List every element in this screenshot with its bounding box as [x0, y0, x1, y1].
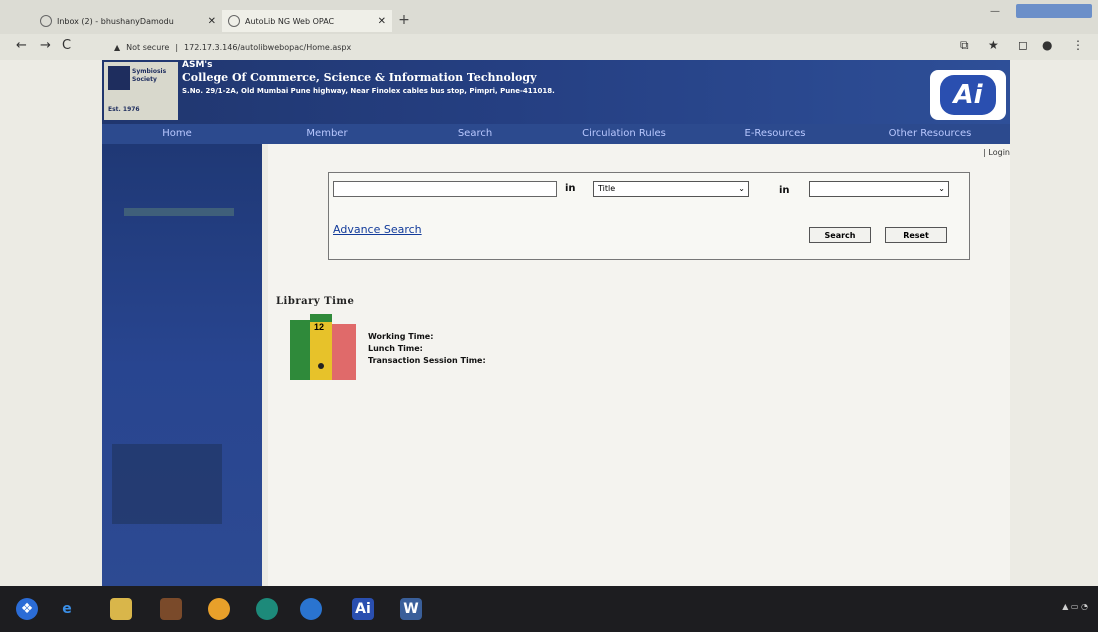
globe-icon: [228, 15, 240, 27]
warning-icon: ▲: [114, 42, 121, 52]
app-icon[interactable]: [256, 598, 278, 620]
search-input[interactable]: [333, 181, 557, 197]
install-icon[interactable]: ⧉: [960, 38, 969, 53]
left-sidebar: [102, 144, 262, 590]
forward-icon[interactable]: →: [40, 38, 51, 53]
tab-strip: Inbox (2) - bhushanyDamodu ✕ AutoLib NG …: [0, 0, 1098, 34]
main-content: | Login in Title ⌄ in ⌄ Advance Search S…: [268, 144, 1010, 590]
working-time-label: Working Time:: [368, 332, 434, 341]
extensions-icon[interactable]: ◻: [1018, 38, 1028, 52]
search-button[interactable]: Search: [809, 227, 871, 243]
autolib-logo: Ai: [930, 70, 1006, 120]
internet-explorer-icon[interactable]: e: [56, 598, 78, 620]
security-label: Not secure: [126, 42, 170, 52]
gmail-icon: [40, 15, 52, 27]
menu-e-resources[interactable]: E-Resources: [700, 124, 850, 144]
profile-avatar[interactable]: [1016, 4, 1092, 18]
reset-button[interactable]: Reset: [885, 227, 947, 243]
college-logo: Symbiosis Society Est. 1976: [104, 62, 178, 120]
field-select-value: Title: [598, 184, 616, 193]
url-text: 172.17.3.146/autolibwebopac/Home.aspx: [184, 42, 352, 52]
menu-home[interactable]: Home: [102, 124, 252, 144]
brand-mark: Ai: [940, 75, 996, 115]
tab-opac[interactable]: AutoLib NG Web OPAC ✕: [222, 10, 392, 32]
start-icon[interactable]: ❖: [16, 598, 38, 620]
advance-search-link[interactable]: Advance Search: [333, 223, 422, 236]
chevron-down-icon: ⌄: [738, 184, 745, 193]
logo-subtext: Est. 1976: [108, 106, 140, 113]
back-icon[interactable]: ←: [16, 38, 27, 53]
collection-select[interactable]: ⌄: [809, 181, 949, 197]
institute-name: College Of Commerce, Science & Informati…: [182, 71, 537, 84]
in-label: in: [779, 185, 790, 196]
menu-other-resources[interactable]: Other Resources: [850, 124, 1010, 144]
institute-address: S.No. 29/1-2A, Old Mumbai Pune highway, …: [182, 87, 555, 95]
logo-mark: [108, 66, 130, 90]
field-select[interactable]: Title ⌄: [593, 181, 749, 197]
minimize-icon[interactable]: —: [990, 6, 1000, 17]
file-explorer-icon[interactable]: [110, 598, 132, 620]
chevron-down-icon: ⌄: [938, 184, 945, 193]
reload-icon[interactable]: C: [62, 38, 71, 53]
separator: |: [175, 42, 179, 52]
opac-page: Symbiosis Society Est. 1976 ASM's Colleg…: [102, 60, 1010, 590]
svg-text:12: 12: [314, 322, 324, 332]
site-banner: Symbiosis Society Est. 1976 ASM's Colleg…: [102, 60, 1010, 124]
word-icon[interactable]: W: [400, 598, 422, 620]
in-label: in: [565, 183, 576, 194]
tab-title: Inbox (2) - bhushanyDamodu: [57, 16, 174, 26]
close-icon[interactable]: ✕: [208, 16, 216, 27]
inst-short: ASM's: [182, 60, 213, 70]
menu-member[interactable]: Member: [252, 124, 402, 144]
login-link[interactable]: | Login: [983, 148, 1010, 157]
tab-gmail[interactable]: Inbox (2) - bhushanyDamodu ✕: [34, 10, 222, 32]
address-bar[interactable]: ▲ Not secure | 172.17.3.146/autolibwebop…: [114, 38, 994, 56]
search-panel: in Title ⌄ in ⌄ Advance Search Search Re…: [328, 172, 970, 260]
books-icon: 12: [290, 314, 356, 380]
windows-taskbar: ❖ e Ai W ▲ ▭ ◔: [0, 586, 1098, 632]
menu-dots-icon[interactable]: ⋮: [1072, 38, 1084, 52]
lunch-time-label: Lunch Time:: [368, 344, 423, 353]
sidebar-banner: [124, 208, 234, 216]
autolib-taskbar-icon[interactable]: Ai: [352, 598, 374, 620]
new-tab-icon[interactable]: +: [396, 12, 412, 28]
bookmark-star-icon[interactable]: ★: [988, 38, 999, 52]
logo-text: Symbiosis Society: [132, 68, 167, 83]
chrome-active-icon[interactable]: [300, 598, 322, 620]
menu-circulation-rules[interactable]: Circulation Rules: [548, 124, 700, 144]
media-player-icon[interactable]: [160, 598, 182, 620]
library-time-heading: Library Time: [276, 296, 355, 307]
tab-title: AutoLib NG Web OPAC: [245, 16, 335, 26]
main-menu: Home Member Search Circulation Rules E-R…: [102, 124, 1010, 144]
menu-search[interactable]: Search: [402, 124, 548, 144]
system-tray[interactable]: ▲ ▭ ◔: [1062, 602, 1088, 611]
transaction-session-time-label: Transaction Session Time:: [368, 356, 486, 365]
sidebar-block: [112, 444, 222, 524]
profile-icon[interactable]: ●: [1042, 38, 1052, 52]
chrome-icon[interactable]: [208, 598, 230, 620]
close-icon[interactable]: ✕: [378, 16, 386, 27]
